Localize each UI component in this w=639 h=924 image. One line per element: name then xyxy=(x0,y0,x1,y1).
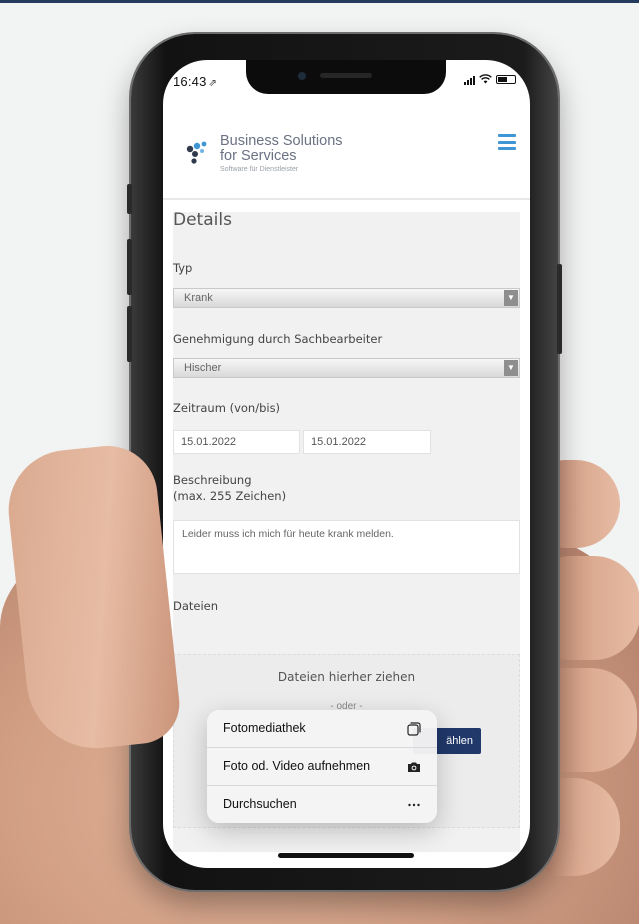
approval-label: Genehmigung durch Sachbearbeiter xyxy=(173,332,383,346)
hamburger-menu-icon[interactable] xyxy=(498,134,516,150)
top-border xyxy=(0,0,639,3)
chevron-down-icon: ▼ xyxy=(504,360,518,376)
popup-item-label: Fotomediathek xyxy=(223,721,306,735)
power-button xyxy=(557,264,562,354)
brand-title-line1: Business Solutions xyxy=(220,133,343,149)
approval-select[interactable]: Hischer ▼ xyxy=(173,358,520,378)
brand-title: Business Solutions for Services xyxy=(220,134,343,164)
battery-icon xyxy=(496,75,516,84)
brand-title-line2: for Services xyxy=(220,148,297,164)
notch xyxy=(246,60,446,94)
files-label: Dateien xyxy=(173,599,219,613)
type-select[interactable]: Krank ▼ xyxy=(173,288,520,308)
choose-files-button-label: ählen xyxy=(446,735,473,747)
mute-switch xyxy=(127,184,132,214)
description-label-line2: (max. 255 Zeichen) xyxy=(173,489,287,503)
description-textarea[interactable]: Leider muss ich mich für heute krank mel… xyxy=(173,520,520,574)
finger xyxy=(548,556,639,660)
app-header: Business Solutions for Services Software… xyxy=(163,112,530,200)
file-source-popup: Fotomediathek Foto od. Video aufnehmen D… xyxy=(207,710,437,823)
date-from-input[interactable]: 15.01.2022 xyxy=(173,430,300,454)
home-indicator[interactable] xyxy=(278,853,414,858)
wifi-icon xyxy=(479,74,492,85)
more-icon xyxy=(408,803,420,807)
popup-item-take-photo[interactable]: Foto od. Video aufnehmen xyxy=(207,747,437,784)
popup-item-browse[interactable]: Durchsuchen xyxy=(207,785,437,822)
period-label: Zeitraum (von/bis) xyxy=(173,401,281,415)
phone-screen: 16:43 ⇗ Business Solutions for Services … xyxy=(163,60,530,868)
location-icon: ⇗ xyxy=(208,78,218,89)
popup-item-label: Foto od. Video aufnehmen xyxy=(223,759,371,773)
volume-up-button xyxy=(127,239,132,295)
description-label-line1: Beschreibung xyxy=(173,473,252,487)
speaker-grill xyxy=(320,73,372,78)
approval-select-value: Hischer xyxy=(184,362,222,374)
status-icons xyxy=(464,74,516,85)
volume-down-button xyxy=(127,306,132,362)
section-title: Details xyxy=(173,210,232,230)
status-time-text: 16:43 xyxy=(173,74,207,89)
brand-logo-icon xyxy=(186,141,207,164)
signal-icon xyxy=(464,75,475,85)
date-to-input[interactable]: 15.01.2022 xyxy=(303,430,431,454)
popup-item-photo-library[interactable]: Fotomediathek xyxy=(207,710,437,747)
dropzone-text: Dateien hierher ziehen xyxy=(277,670,416,684)
status-time: 16:43 ⇗ xyxy=(173,74,217,89)
type-label: Typ xyxy=(173,261,193,275)
front-camera xyxy=(298,72,306,80)
camera-icon xyxy=(408,762,420,772)
type-select-value: Krank xyxy=(184,292,213,304)
phone-frame: 16:43 ⇗ Business Solutions for Services … xyxy=(127,34,562,890)
chevron-down-icon: ▼ xyxy=(504,290,518,306)
brand-subtitle: Software für Dienstleister xyxy=(220,166,299,173)
photo-library-icon xyxy=(407,722,421,736)
finger xyxy=(545,668,637,772)
popup-item-label: Durchsuchen xyxy=(223,797,297,811)
